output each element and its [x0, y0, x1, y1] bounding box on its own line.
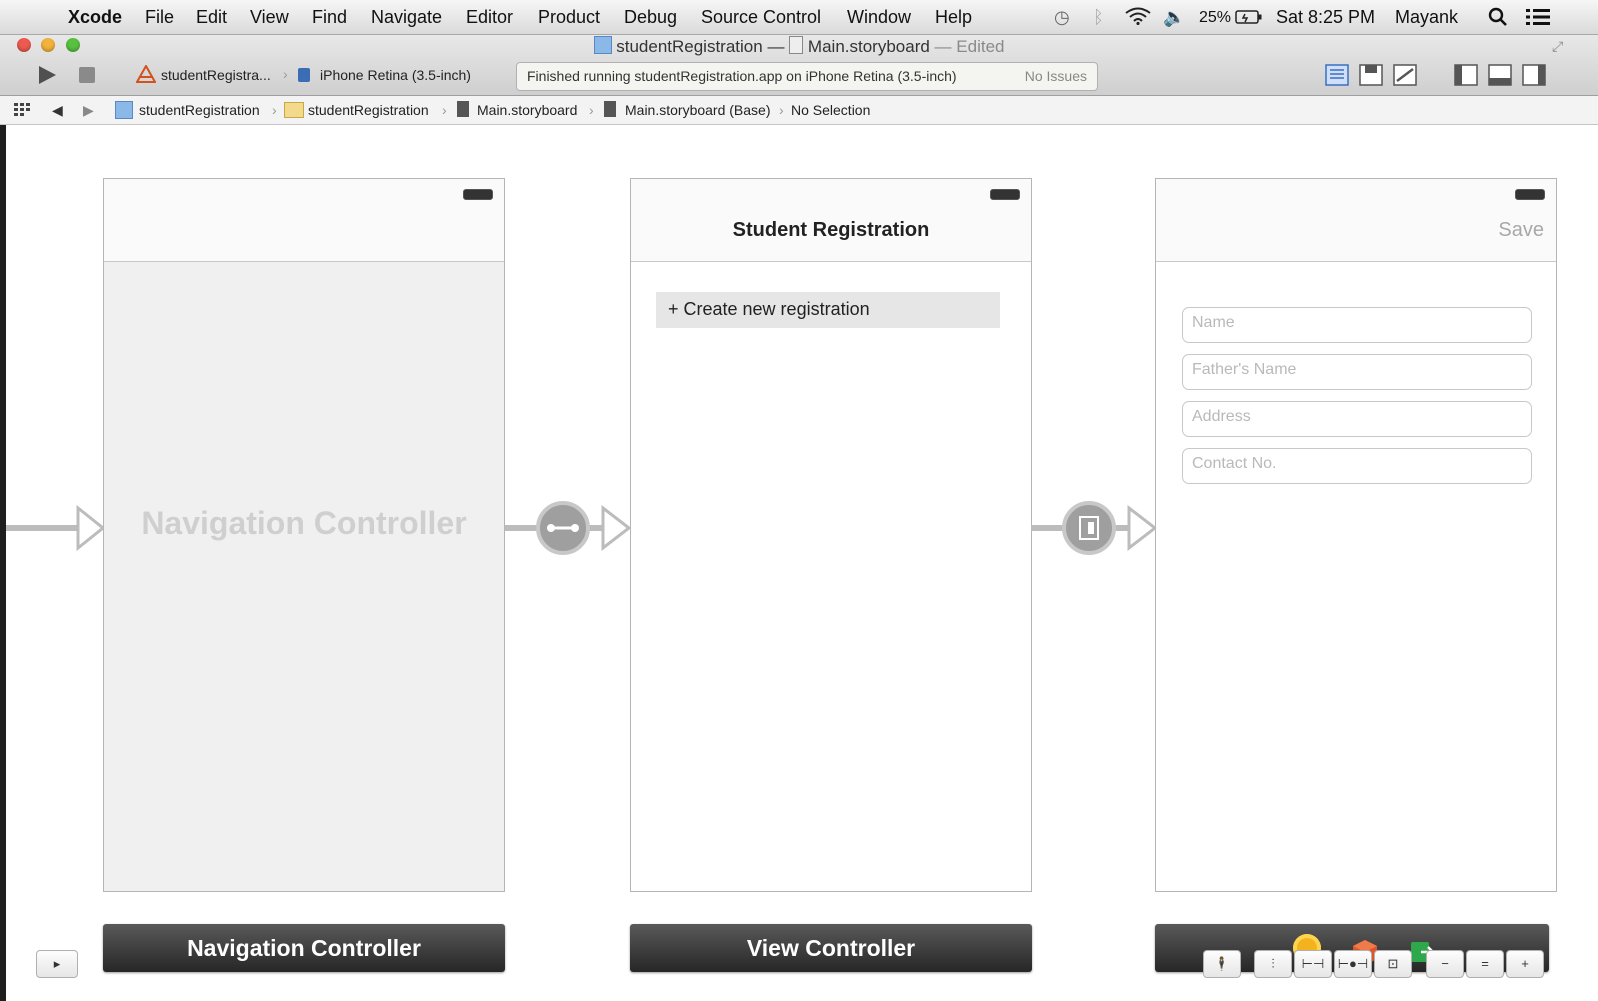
initial-scene-arrow: [6, 505, 106, 551]
title-separator: —: [767, 37, 785, 56]
title-file: Main.storyboard: [807, 37, 930, 56]
pin-icon[interactable]: ⊢⊣: [1294, 950, 1332, 978]
activity-view: Finished running studentRegistration.app…: [516, 62, 1098, 91]
menu-edit[interactable]: Edit: [196, 7, 227, 28]
chevron-right-icon: ›: [272, 102, 277, 118]
folder-icon: [284, 102, 304, 118]
clock[interactable]: Sat 8:25 PM: [1276, 7, 1375, 28]
battery-icon: [1515, 189, 1545, 200]
fullscreen-icon[interactable]: ⤢: [1552, 38, 1563, 55]
menu-file[interactable]: File: [145, 7, 174, 28]
zoom-actual-size-icon[interactable]: =: [1466, 950, 1504, 978]
fathers-name-field[interactable]: Father's Name: [1182, 354, 1532, 390]
navigation-bar: [104, 179, 504, 262]
assistant-editor-icon[interactable]: [1359, 64, 1383, 91]
version-editor-icon[interactable]: [1393, 64, 1417, 91]
crumb-group[interactable]: studentRegistration: [308, 102, 429, 118]
scene-watermark: Navigation Controller: [141, 505, 467, 541]
save-button[interactable]: Save: [1498, 219, 1544, 242]
name-field[interactable]: Name: [1182, 307, 1532, 343]
crumb-base[interactable]: Main.storyboard (Base): [625, 102, 771, 118]
forward-arrow-icon[interactable]: ▶: [83, 102, 94, 119]
navigator-toggle-icon[interactable]: [1454, 64, 1478, 91]
related-items-icon[interactable]: [14, 102, 30, 119]
storyboard-file-icon: [457, 101, 469, 117]
volume-icon[interactable]: 🔈: [1163, 7, 1185, 28]
spotlight-icon[interactable]: [1488, 7, 1508, 32]
title-edited: — Edited: [934, 37, 1005, 56]
scheme-icon: [135, 63, 157, 88]
chevron-right-icon: ›: [779, 102, 784, 118]
back-arrow-icon[interactable]: ◀: [52, 102, 63, 119]
navigation-controller-dock[interactable]: Navigation Controller: [103, 924, 505, 972]
menu-window[interactable]: Window: [847, 7, 911, 28]
contact-number-field[interactable]: Contact No.: [1182, 448, 1532, 484]
crumb-project[interactable]: studentRegistration: [139, 102, 260, 118]
standard-editor-icon[interactable]: [1325, 64, 1349, 91]
crumb-selection[interactable]: No Selection: [791, 102, 870, 118]
address-field[interactable]: Address: [1182, 401, 1532, 437]
run-button[interactable]: [36, 64, 58, 91]
resolve-issues-icon[interactable]: ⊢●⊣: [1334, 950, 1372, 978]
registration-form-scene[interactable]: Save Name Father's Name Address Contact …: [1155, 178, 1557, 892]
bluetooth-icon[interactable]: ᛒ: [1093, 7, 1104, 28]
storyboard-file-icon: [604, 101, 616, 117]
jump-bar: ◀ ▶ studentRegistration › studentRegistr…: [0, 96, 1598, 125]
menu-view[interactable]: View: [250, 7, 289, 28]
device-selector[interactable]: iPhone Retina (3.5-inch): [320, 67, 471, 83]
size-class-icon[interactable]: 🕴: [1203, 950, 1241, 978]
menu-editor[interactable]: Editor: [466, 7, 513, 28]
relationship-segue[interactable]: [505, 500, 633, 556]
notification-center-icon[interactable]: [1525, 7, 1551, 32]
utilities-toggle-icon[interactable]: [1522, 64, 1546, 91]
battery-icon[interactable]: [1235, 9, 1263, 30]
align-icon[interactable]: ⫶: [1254, 950, 1292, 978]
issues-status[interactable]: No Issues: [1025, 68, 1087, 84]
user-name[interactable]: Mayank: [1395, 7, 1458, 28]
time-machine-icon[interactable]: ◷: [1054, 7, 1070, 28]
menu-navigate[interactable]: Navigate: [371, 7, 442, 28]
menu-bar: Xcode File Edit View Find Navigate Edito…: [0, 0, 1598, 35]
navigation-bar: Save: [1156, 179, 1556, 262]
menu-debug[interactable]: Debug: [624, 7, 677, 28]
navigation-title[interactable]: Student Registration: [631, 219, 1031, 242]
zoom-out-icon[interactable]: −: [1426, 950, 1464, 978]
chevron-right-icon: ›: [442, 102, 447, 118]
push-segue[interactable]: [1031, 500, 1159, 556]
stop-button[interactable]: [79, 67, 95, 83]
zoom-in-icon[interactable]: +: [1506, 950, 1544, 978]
document-outline-toggle[interactable]: ▸: [36, 950, 78, 978]
scheme-selector[interactable]: studentRegistra...: [161, 67, 271, 83]
create-registration-button[interactable]: + Create new registration: [656, 292, 1000, 328]
window-title: studentRegistration — Main.storyboard — …: [0, 36, 1598, 57]
menu-product[interactable]: Product: [538, 7, 600, 28]
crumb-file[interactable]: Main.storyboard: [477, 102, 577, 118]
view-controller-scene[interactable]: Student Registration + Create new regist…: [630, 178, 1032, 892]
battery-percent[interactable]: 25%: [1199, 9, 1231, 27]
menu-source-control[interactable]: Source Control: [701, 7, 821, 28]
battery-icon: [990, 189, 1020, 200]
chevron-right-icon: ›: [589, 102, 594, 118]
storyboard-file-icon: [789, 36, 804, 54]
menu-find[interactable]: Find: [312, 7, 347, 28]
wifi-icon[interactable]: [1125, 7, 1151, 30]
debug-area-toggle-icon[interactable]: [1488, 64, 1512, 91]
menu-app[interactable]: Xcode: [68, 7, 122, 28]
navigation-controller-scene[interactable]: Navigation Controller: [103, 178, 505, 892]
iphone-icon: [298, 68, 310, 82]
status-message: Finished running studentRegistration.app…: [527, 68, 957, 84]
resizing-behavior-icon[interactable]: ⊡: [1374, 950, 1412, 978]
project-icon: [115, 101, 133, 119]
menu-help[interactable]: Help: [935, 7, 972, 28]
navigation-bar: Student Registration: [631, 179, 1031, 262]
view-controller-dock[interactable]: View Controller: [630, 924, 1032, 972]
battery-icon: [463, 189, 493, 200]
chevron-right-icon: ›: [283, 66, 288, 82]
project-icon: [593, 36, 612, 54]
title-project: studentRegistration: [616, 37, 763, 56]
